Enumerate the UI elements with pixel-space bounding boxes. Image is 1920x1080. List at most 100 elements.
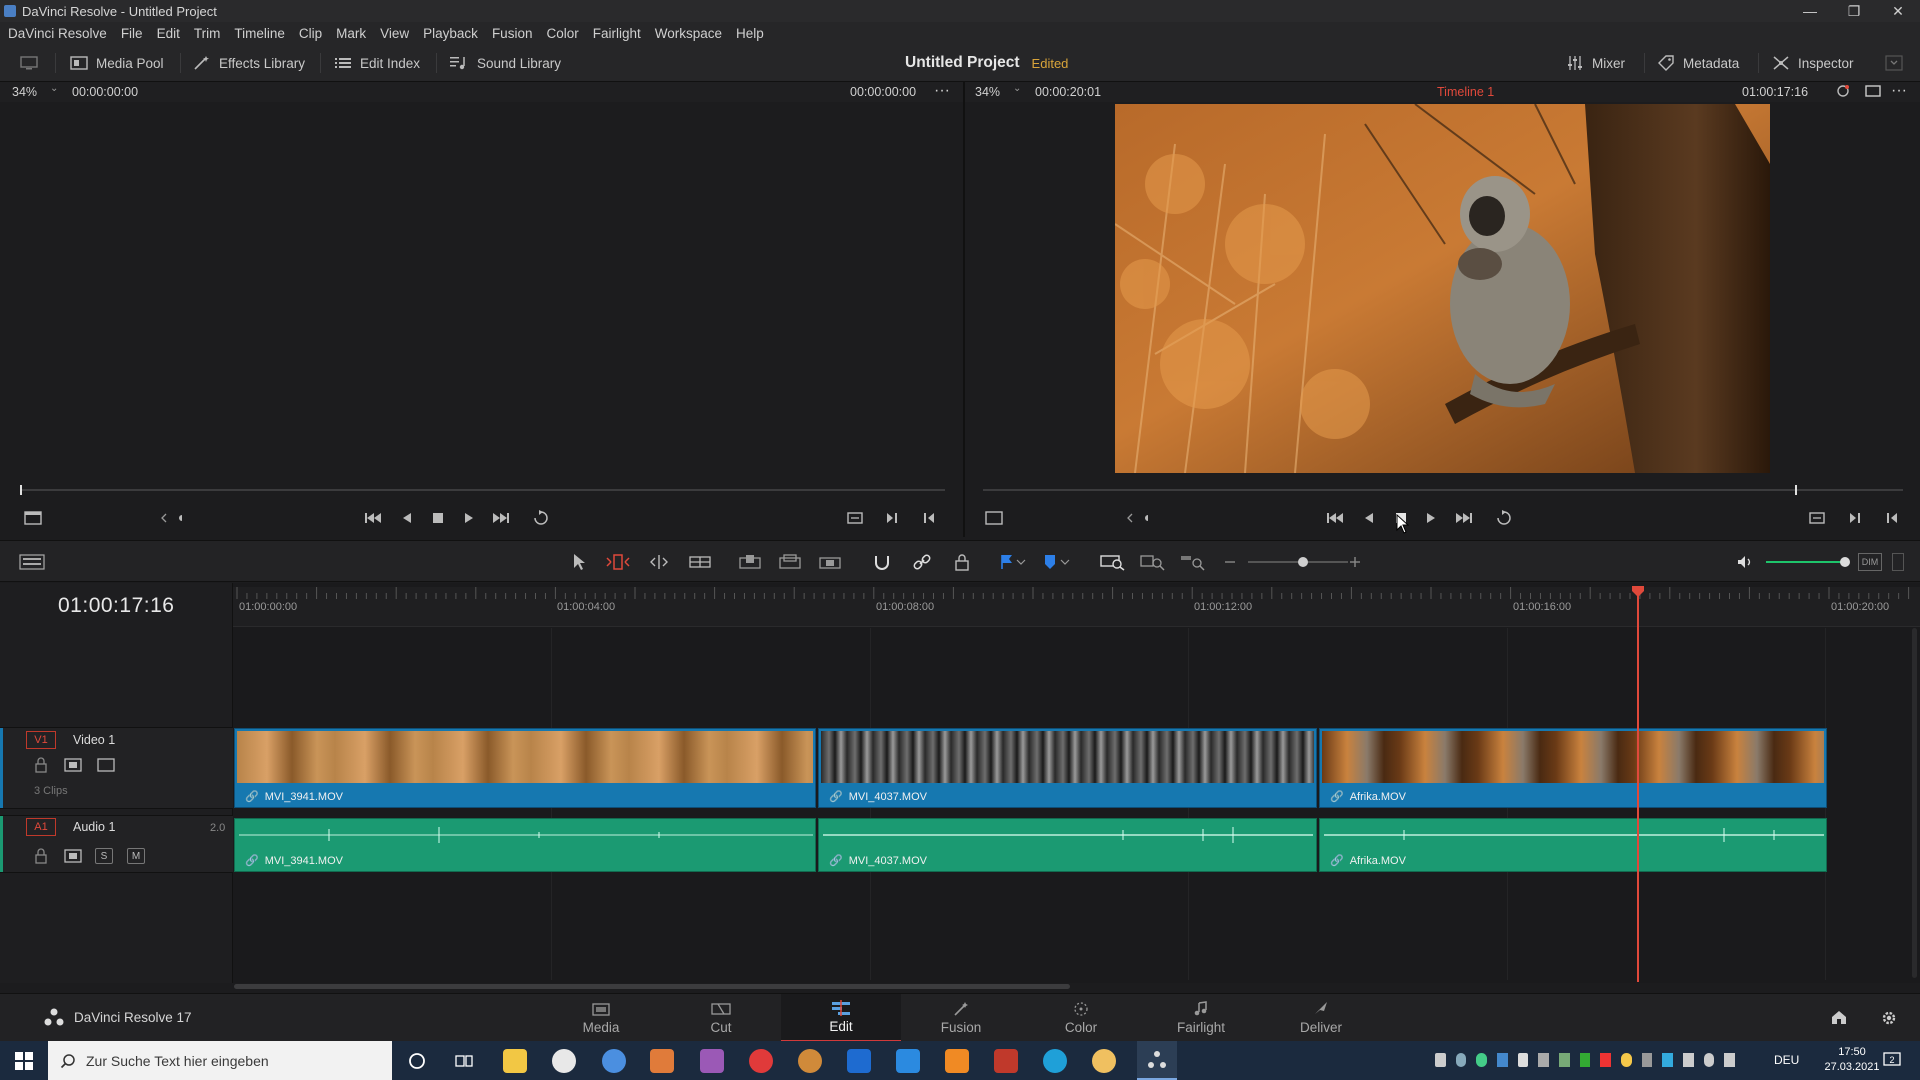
app-icon[interactable] (650, 1049, 674, 1073)
volume-slider-handle[interactable] (1840, 557, 1850, 567)
vlc-icon[interactable] (945, 1049, 969, 1073)
match-frame-icon[interactable] (844, 507, 866, 529)
auto-track-icon[interactable] (64, 757, 82, 773)
audio-clip[interactable]: 🔗 Afrika.MOV (1319, 818, 1827, 872)
tray-icon[interactable] (1538, 1053, 1550, 1067)
lock-icon[interactable] (34, 848, 48, 864)
tray-icon[interactable] (1476, 1053, 1488, 1067)
page-tab-fusion[interactable]: Fusion (901, 994, 1021, 1042)
source-scrub-bar[interactable] (20, 489, 945, 491)
program-zoom[interactable]: 34% (975, 85, 1000, 99)
tray-icon[interactable] (1579, 1053, 1591, 1067)
playhead[interactable] (1637, 590, 1639, 982)
audio-track-id[interactable]: A1 (26, 818, 56, 836)
menu-workspace[interactable]: Workspace (655, 26, 722, 41)
insert-clip-icon[interactable] (738, 551, 762, 573)
menu-clip[interactable]: Clip (299, 26, 322, 41)
timeline-ruler[interactable]: 01:00:00:00 01:00:04:00 01:00:08:00 01:0… (233, 587, 1920, 627)
file-explorer-icon[interactable] (503, 1049, 527, 1073)
menu-playback[interactable]: Playback (423, 26, 478, 41)
menu-mark[interactable]: Mark (336, 26, 366, 41)
menu-edit[interactable]: Edit (157, 26, 180, 41)
menu-fusion[interactable]: Fusion (492, 26, 533, 41)
wifi-icon[interactable] (1703, 1053, 1715, 1067)
video-clip[interactable]: 🔗 MVI_3941.MOV (234, 728, 816, 808)
chevron-down-icon[interactable] (1014, 551, 1028, 573)
skip-to-start-icon[interactable] (1324, 507, 1346, 529)
tray-icon[interactable] (1455, 1053, 1467, 1067)
program-scrub-bar[interactable] (983, 489, 1903, 491)
chevron-down-icon[interactable]: ⌄ (1013, 83, 1021, 94)
microphone-icon[interactable] (1517, 1053, 1529, 1067)
loop-indicator-icon[interactable] (1835, 83, 1851, 99)
timeline-vertical-scrollbar[interactable] (1912, 628, 1917, 978)
app-icon[interactable] (552, 1049, 576, 1073)
media-pool-button[interactable]: Media Pool (70, 44, 164, 82)
viewer-layout-icon[interactable] (22, 507, 44, 529)
chevron-down-icon[interactable] (1058, 551, 1072, 573)
program-scrub-handle[interactable] (1795, 485, 1797, 495)
video-clip[interactable]: 🔗 Afrika.MOV (1319, 728, 1827, 808)
davinci-taskbar-button[interactable] (1137, 1041, 1177, 1080)
menu-file[interactable]: File (121, 26, 143, 41)
video-clip[interactable]: 🔗 MVI_4037.MOV (818, 728, 1317, 808)
menu-color[interactable]: Color (546, 26, 578, 41)
source-zoom[interactable]: 34% (12, 85, 37, 99)
volume-slider-track[interactable] (1766, 561, 1844, 563)
menu-davinci-resolve[interactable]: DaVinci Resolve (8, 26, 107, 41)
speaker-icon[interactable] (1733, 551, 1757, 573)
tray-icon[interactable] (1559, 1053, 1570, 1067)
menu-timeline[interactable]: Timeline (234, 26, 285, 41)
zoom-custom-icon[interactable] (1178, 551, 1208, 573)
mixer-button[interactable]: Mixer (1566, 44, 1625, 82)
video-track-header[interactable]: V1 Video 1 3 Clips (0, 727, 233, 809)
video-track-id[interactable]: V1 (26, 731, 56, 749)
selection-tool-icon[interactable] (567, 551, 591, 573)
app-icon[interactable] (847, 1049, 871, 1073)
effects-library-button[interactable]: Effects Library (193, 44, 305, 82)
play-reverse-icon[interactable] (1358, 507, 1380, 529)
linked-selection-icon[interactable] (910, 551, 934, 573)
skip-to-end-icon[interactable] (490, 507, 512, 529)
playhead-handle[interactable] (1631, 586, 1645, 598)
trim-tool-icon[interactable] (606, 551, 630, 573)
cortana-icon[interactable] (408, 1052, 426, 1070)
dynamic-trim-icon[interactable] (647, 551, 671, 573)
menu-view[interactable]: View (380, 26, 409, 41)
volume-icon[interactable] (1724, 1053, 1736, 1067)
timeline-timecode[interactable]: 01:00:17:16 (58, 594, 174, 618)
blade-tool-icon[interactable] (688, 551, 712, 573)
overwrite-clip-icon[interactable] (778, 551, 802, 573)
tray-icon[interactable] (1600, 1053, 1612, 1067)
video-track-name[interactable]: Video 1 (73, 733, 115, 747)
app-icon[interactable] (994, 1049, 1018, 1073)
close-icon[interactable]: ✕ (1876, 0, 1920, 22)
toolbar-expand-button[interactable] (1885, 44, 1903, 82)
mark-in-icon[interactable] (1844, 507, 1866, 529)
notifications-icon[interactable]: 2 (1882, 1051, 1902, 1069)
skip-to-start-icon[interactable] (362, 507, 384, 529)
audio-clip[interactable]: 🔗 MVI_3941.MOV (234, 818, 816, 872)
zoom-full-icon[interactable] (1098, 551, 1128, 573)
tray-icon[interactable] (1662, 1053, 1674, 1067)
clock[interactable]: 17:50 27.03.2021 (1822, 1045, 1882, 1075)
app-icon[interactable] (896, 1049, 920, 1073)
viewer-layout-icon[interactable] (983, 507, 1005, 529)
tray-icon[interactable] (1497, 1053, 1508, 1067)
source-scrub-handle[interactable] (20, 485, 22, 495)
mark-in-icon[interactable] (881, 507, 903, 529)
page-tab-media[interactable]: Media (541, 994, 661, 1042)
dim-button[interactable]: DIM (1858, 553, 1882, 571)
timeline-scrollbar[interactable] (234, 984, 1070, 989)
audio-track-header[interactable]: A1 Audio 1 2.0 S M (0, 815, 233, 873)
chevron-down-icon[interactable]: ⌄ (50, 83, 58, 94)
menu-help[interactable]: Help (736, 26, 764, 41)
input-language[interactable]: DEU (1774, 1053, 1799, 1067)
page-tab-deliver[interactable]: Deliver (1261, 994, 1381, 1042)
audio-clip[interactable]: 🔗 MVI_4037.MOV (818, 818, 1317, 872)
match-frame-icon[interactable] (1806, 507, 1828, 529)
tray-icon[interactable] (1641, 1053, 1653, 1067)
timeline-view-options-icon[interactable] (18, 551, 46, 573)
skip-to-end-icon[interactable] (1453, 507, 1475, 529)
page-tab-color[interactable]: Color (1021, 994, 1141, 1042)
